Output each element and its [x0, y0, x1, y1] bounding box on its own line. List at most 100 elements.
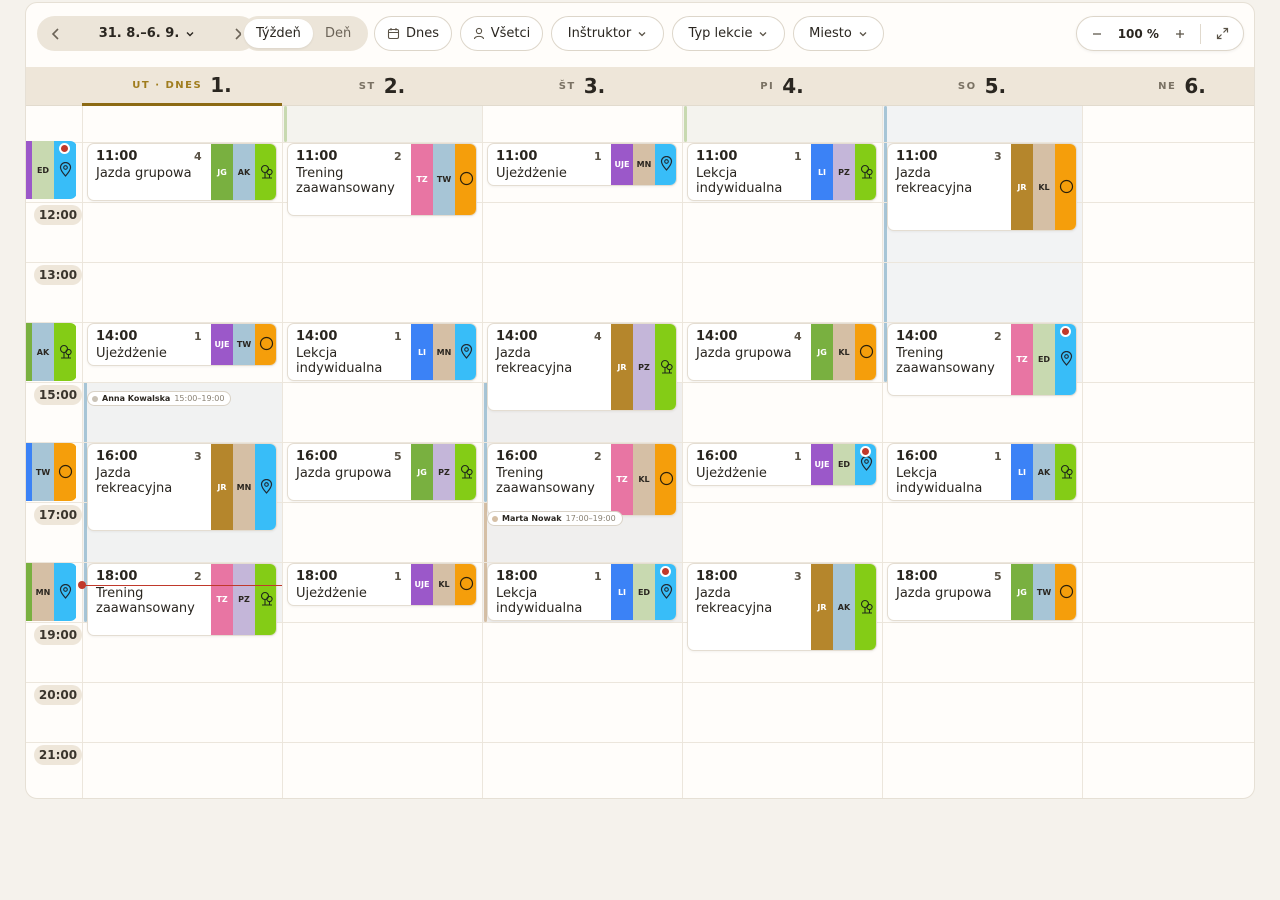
- minus-icon[interactable]: [1091, 28, 1103, 40]
- arena-ring-icon: [1059, 179, 1074, 196]
- instructor-code-strip: TZ: [611, 444, 633, 515]
- instructor-filter-label: Inštruktor: [567, 26, 632, 41]
- expand-icon[interactable]: [1216, 27, 1229, 40]
- availability-time: 15:00–19:00: [174, 394, 225, 403]
- participant-count: 1: [994, 450, 1002, 463]
- partial-event[interactable]: ED: [26, 141, 77, 199]
- location-pin-icon: [1060, 350, 1073, 368]
- lesson-event[interactable]: 11:00 4 Jazda grupowa JG AK: [87, 143, 277, 201]
- instructor-code-strip: JG: [211, 144, 233, 200]
- zoom-divider: [1200, 23, 1202, 44]
- event-name: Lekcja indywidualna: [496, 586, 583, 616]
- lesson-event[interactable]: 14:00 2 Trening zaawansowany TZ ED: [887, 323, 1077, 396]
- time-label: 17:00: [34, 505, 82, 525]
- partial-event[interactable]: AK: [26, 323, 77, 381]
- lesson-event[interactable]: 14:00 4 Jazda rekreacyjna JR PZ: [487, 323, 677, 411]
- horse-code-strip: AK: [1033, 444, 1055, 500]
- day-header-5[interactable]: SO 5.: [882, 67, 1082, 106]
- participant-count: 1: [594, 570, 602, 583]
- participant-count: 5: [394, 450, 402, 463]
- lesson-event[interactable]: 16:00 1 Lekcja indywidualna LI AK: [887, 443, 1077, 501]
- lesson-event[interactable]: 16:00 3 Jazda rekreacyjna JR MN: [87, 443, 277, 531]
- event-name: Jazda grupowa: [96, 166, 192, 181]
- availability-pill[interactable]: Anna Kowalska 15:00–19:00: [87, 391, 232, 406]
- lesson-event[interactable]: 18:00 1 Lekcja indywidualna LI ED: [487, 563, 677, 621]
- lesson-event[interactable]: 14:00 1 Lekcja indywidualna LI MN: [287, 323, 477, 381]
- day-header-1[interactable]: UT · DNES 1.: [82, 67, 282, 106]
- event-name: Jazda rekreacyjna: [896, 166, 973, 196]
- participant-count: 3: [794, 570, 802, 583]
- horse-code-strip: MN: [433, 324, 455, 380]
- lesson-event[interactable]: 18:00 5 Jazda grupowa JG TW: [887, 563, 1077, 621]
- lesson-event[interactable]: 14:00 1 Ujeżdżenie UJE TW: [87, 323, 277, 366]
- partial-event[interactable]: MN: [26, 563, 77, 621]
- date-range-picker[interactable]: 31. 8.–6. 9.: [99, 26, 196, 41]
- trees-icon: [259, 591, 274, 608]
- date-navigator: 31. 8.–6. 9.: [37, 16, 257, 51]
- time-label: 15:00: [34, 385, 82, 405]
- today-button[interactable]: Dnes: [374, 16, 452, 51]
- location-strip: [455, 444, 476, 500]
- event-time: 16:00: [96, 449, 138, 464]
- instructor-code-strip: LI: [611, 564, 633, 620]
- view-day-tab[interactable]: Deň: [313, 19, 363, 48]
- day-header-4[interactable]: PI 4.: [682, 67, 882, 106]
- location-strip: [54, 323, 76, 381]
- location-strip: [1055, 564, 1076, 620]
- day-header-3[interactable]: ŠT 3.: [482, 67, 682, 106]
- time-label: 21:00: [34, 745, 82, 765]
- lesson-event[interactable]: 16:00 2 Trening zaawansowany TZ KL: [487, 443, 677, 516]
- calendar-app: 31. 8.–6. 9. Týždeň Deň Dnes Všetci Inšt…: [25, 2, 1255, 799]
- day-name: UT · DNES: [132, 79, 203, 91]
- all-instructors-button[interactable]: Všetci: [460, 16, 543, 51]
- chevron-left-icon[interactable]: [45, 23, 67, 45]
- lesson-event[interactable]: 18:00 2 Trening zaawansowany TZ PZ: [87, 563, 277, 636]
- event-name: Jazda rekreacyjna: [696, 586, 773, 616]
- location-strip: [655, 324, 676, 410]
- lesson-event[interactable]: 16:00 5 Jazda grupowa JG PZ: [287, 443, 477, 501]
- arena-ring-icon: [859, 344, 874, 361]
- day-header-6[interactable]: NE 6.: [1082, 67, 1254, 106]
- plus-icon[interactable]: [1174, 28, 1186, 40]
- lesson-event[interactable]: 11:00 1 Lekcja indywidualna LI PZ: [687, 143, 877, 201]
- event-name: Lekcja indywidualna: [296, 346, 383, 376]
- location-strip: [855, 324, 876, 380]
- event-name: Ujeżdżenie: [496, 166, 567, 181]
- instructor-code-strip: JG: [811, 324, 833, 380]
- horse-code-strip: KL: [633, 444, 655, 515]
- instructor-filter[interactable]: Inštruktor: [551, 16, 664, 51]
- view-week-tab[interactable]: Týždeň: [244, 19, 313, 48]
- lesson-event[interactable]: 14:00 4 Jazda grupowa JG KL: [687, 323, 877, 381]
- trees-icon: [259, 164, 274, 181]
- day-header-2[interactable]: ST 2.: [282, 67, 482, 106]
- horse-code-strip: ED: [633, 564, 655, 620]
- lesson-event[interactable]: 11:00 3 Jazda rekreacyjna JR KL: [887, 143, 1077, 231]
- location-pin-icon: [860, 455, 873, 473]
- location-strip: [1055, 144, 1076, 230]
- all-instructors-label: Všetci: [490, 26, 531, 41]
- lesson-type-filter-label: Typ lekcie: [688, 26, 753, 41]
- event-time: 11:00: [96, 149, 138, 164]
- availability-shade: [282, 106, 482, 142]
- instructor-name: Anna Kowalska: [102, 394, 171, 403]
- instructor-code-strip: UJE: [411, 564, 433, 605]
- user-icon: [473, 27, 484, 40]
- arena-ring-icon: [659, 471, 674, 488]
- calendar-icon: [387, 28, 400, 40]
- partial-event[interactable]: TW: [26, 443, 77, 501]
- event-time: 18:00: [896, 569, 938, 584]
- lesson-event[interactable]: 18:00 1 Ujeżdżenie UJE KL: [287, 563, 477, 606]
- lesson-event[interactable]: 18:00 3 Jazda rekreacyjna JR AK: [687, 563, 877, 651]
- event-name: Ujeżdżenie: [696, 466, 767, 481]
- location-strip: [455, 144, 476, 215]
- lesson-event[interactable]: 16:00 1 Ujeżdżenie UJE ED: [687, 443, 877, 486]
- lesson-type-filter[interactable]: Typ lekcie: [672, 16, 785, 51]
- event-time: 14:00: [696, 329, 738, 344]
- place-filter[interactable]: Miesto: [793, 16, 884, 51]
- availability-pill[interactable]: Marta Nowak 17:00–19:00: [487, 511, 623, 526]
- time-label: 12:00: [34, 205, 82, 225]
- lesson-event[interactable]: 11:00 2 Trening zaawansowany TZ TW: [287, 143, 477, 216]
- event-time: 11:00: [296, 149, 338, 164]
- event-name: Jazda rekreacyjna: [496, 346, 573, 376]
- lesson-event[interactable]: 11:00 1 Ujeżdżenie UJE MN: [487, 143, 677, 186]
